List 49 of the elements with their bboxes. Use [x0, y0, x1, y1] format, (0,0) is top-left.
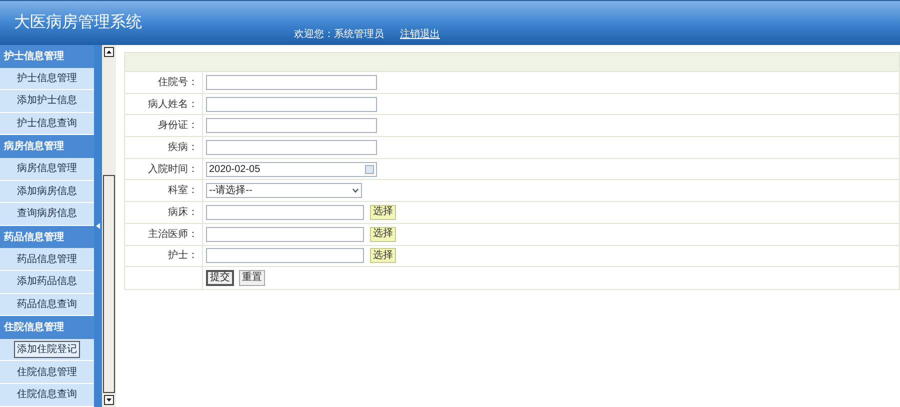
sidebar-item[interactable]: 住院信息查询	[14, 386, 80, 404]
field-label: 疾病：	[168, 140, 198, 155]
scrollbar[interactable]	[102, 45, 116, 407]
sidebar-item[interactable]: 药品信息管理	[14, 250, 80, 268]
sidebar-group-header[interactable]: 药品信息管理	[0, 226, 94, 248]
text-field[interactable]	[206, 96, 377, 112]
field-label: 住院号：	[158, 76, 198, 90]
sidebar-item[interactable]: 病房信息管理	[14, 160, 80, 178]
sidebar-item[interactable]: 护士信息查询	[14, 115, 80, 132]
select-dropdown[interactable]: --请选择--	[206, 183, 362, 198]
text-field[interactable]	[206, 140, 377, 155]
field-label: 病人姓名：	[148, 98, 198, 112]
sidebar-item[interactable]: 药品信息查询	[14, 296, 80, 313]
sidebar-group-header[interactable]: 住院信息管理	[0, 316, 94, 339]
field-label: 身份证：	[158, 119, 198, 134]
scroll-up-icon[interactable]	[104, 47, 114, 57]
text-field[interactable]	[206, 248, 364, 264]
collapse-arrow-icon[interactable]	[96, 223, 100, 229]
sidebar-item[interactable]: 添加护士信息	[14, 92, 80, 110]
sidebar-item[interactable]: 添加住院登记	[14, 341, 80, 358]
reset-button[interactable]: 重置	[239, 270, 265, 286]
field-label: 入院时间：	[148, 162, 198, 177]
text-field[interactable]	[206, 204, 364, 220]
date-field[interactable]: 2020-02-05	[206, 162, 377, 177]
sidebar-item[interactable]: 查询病房信息	[14, 205, 80, 222]
sidebar-item[interactable]: 添加病房信息	[14, 182, 80, 200]
sidebar-group-header[interactable]: 病房信息管理	[0, 135, 94, 158]
welcome-text: 欢迎您：系统管理员	[294, 28, 384, 42]
submit-button[interactable]: 提交	[206, 270, 234, 286]
calendar-icon[interactable]	[365, 164, 374, 174]
logout-link[interactable]: 注销退出	[400, 27, 440, 42]
sidebar-group-header[interactable]: 护士信息管理	[0, 45, 94, 68]
sidebar-item[interactable]: 护士信息管理	[14, 70, 80, 87]
choose-button[interactable]: 选择	[370, 248, 396, 264]
choose-button[interactable]: 选择	[370, 204, 396, 220]
text-field[interactable]	[206, 226, 364, 242]
sidebar-item[interactable]: 住院信息管理	[14, 364, 80, 381]
text-field[interactable]	[206, 118, 377, 134]
scroll-down-icon[interactable]	[104, 395, 114, 405]
field-label: 病床：	[168, 206, 198, 220]
text-field[interactable]	[206, 74, 377, 90]
scroll-thumb[interactable]	[103, 175, 115, 393]
field-label: 科室：	[168, 184, 198, 198]
field-label: 护士：	[168, 248, 198, 264]
choose-button[interactable]: 选择	[370, 226, 396, 242]
field-label: 主治医师：	[148, 228, 198, 242]
sidebar-item[interactable]: 添加药品信息	[14, 273, 80, 290]
chevron-down-icon	[352, 188, 359, 194]
app-title: 大医病房管理系统	[14, 12, 142, 33]
